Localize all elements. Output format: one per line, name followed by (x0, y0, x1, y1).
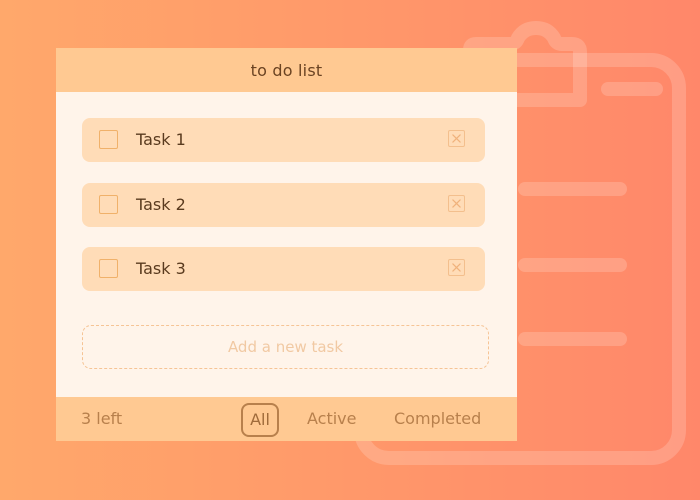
task-label: Task 1 (136, 130, 186, 149)
delete-task-button[interactable] (448, 130, 465, 147)
close-icon (452, 134, 461, 143)
add-task-input[interactable] (82, 325, 489, 369)
card-footer: 3 left All Active Completed (56, 397, 517, 441)
filter-active-button[interactable]: Active (307, 397, 357, 441)
task-label: Task 3 (136, 259, 186, 278)
filter-completed-button[interactable]: Completed (394, 397, 481, 441)
task-item[interactable]: Task 3 (82, 247, 485, 291)
checkbox-icon[interactable] (99, 130, 118, 149)
task-label: Task 2 (136, 194, 186, 214)
checkbox-icon[interactable] (99, 194, 118, 214)
card-header: to do list (56, 48, 517, 92)
close-icon (452, 263, 461, 272)
checkbox-icon[interactable] (99, 259, 118, 278)
task-item[interactable]: Task 2 (82, 182, 485, 227)
todo-card: to do list Task 1 Task 2 Task 3 Add a ne… (56, 48, 517, 441)
filter-all-button[interactable]: All (241, 403, 279, 437)
task-list: Task 1 Task 2 Task 3 (82, 118, 485, 312)
task-item[interactable]: Task 1 (82, 118, 485, 162)
close-icon (452, 198, 461, 208)
items-left-count: 3 left (81, 409, 123, 428)
delete-task-button[interactable] (448, 194, 465, 212)
delete-task-button[interactable] (448, 259, 465, 276)
page-title: to do list (250, 60, 323, 80)
